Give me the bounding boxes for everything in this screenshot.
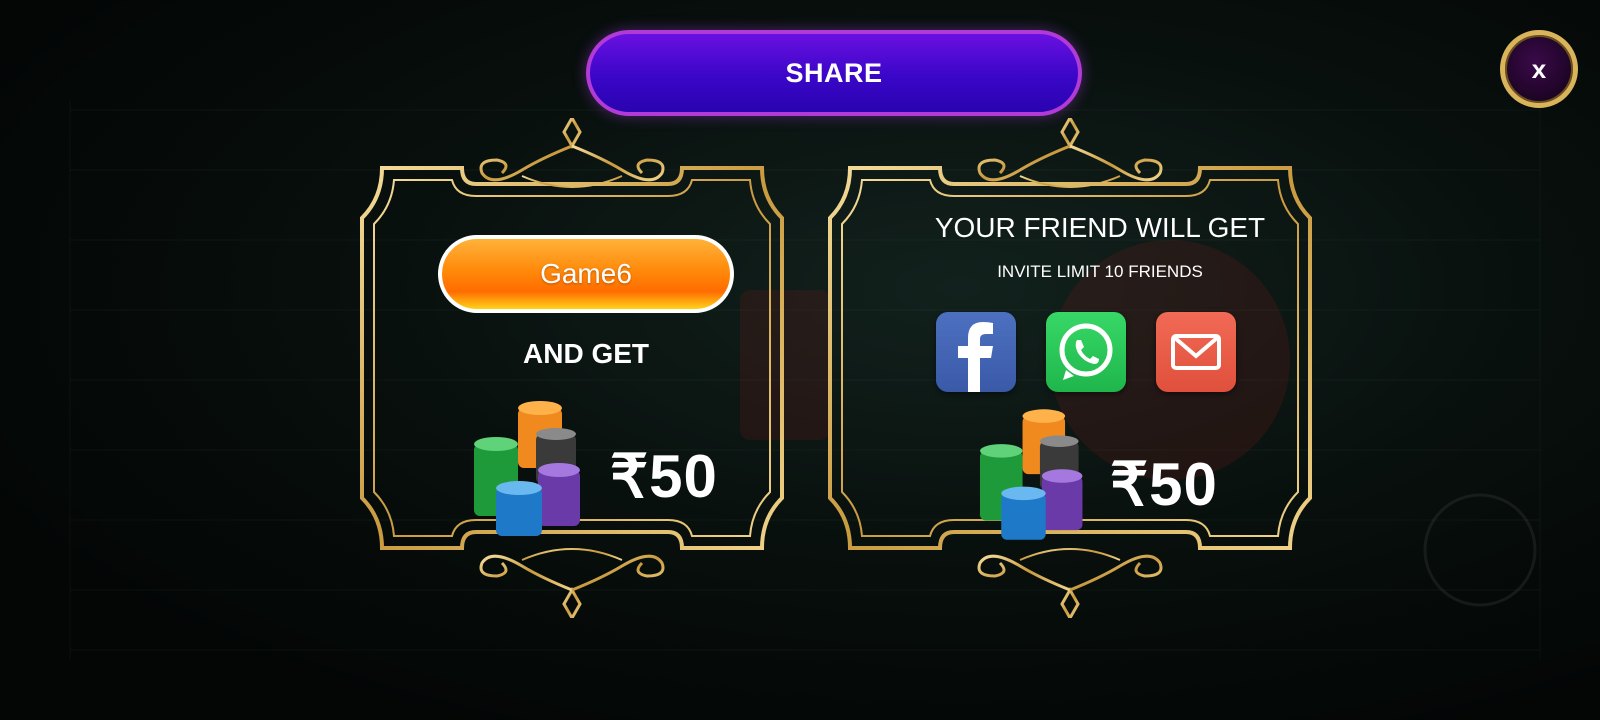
and-get-label: AND GET: [523, 338, 649, 369]
close-button[interactable]: x: [1500, 30, 1578, 108]
friend-reward-title: YOUR FRIEND WILL GET: [934, 212, 1266, 243]
share-whatsapp-button[interactable]: [1046, 312, 1126, 392]
share-title: SHARE: [785, 57, 883, 88]
share-screen: SHARE x Game6 AND GET ₹50 YOUR FRIEND WI…: [0, 0, 1600, 720]
mail-icon: [1171, 334, 1221, 370]
game-code-button[interactable]: Game6: [438, 235, 734, 313]
share-facebook-button[interactable]: [936, 312, 1016, 392]
share-email-button[interactable]: [1156, 312, 1236, 392]
share-title-banner: SHARE: [586, 30, 1082, 116]
chips-stack-icon: [980, 409, 1083, 540]
game-code-label: Game6: [540, 258, 632, 289]
close-icon: x: [1531, 53, 1547, 84]
friend-reward-amount: ₹50: [1110, 451, 1218, 518]
referral-reward-amount: ₹50: [610, 443, 718, 510]
whatsapp-icon: [1059, 323, 1113, 380]
facebook-icon: [958, 322, 993, 392]
invite-limit-text: INVITE LIMIT 10 FRIENDS: [997, 262, 1203, 281]
chips-stack-icon: [474, 401, 580, 536]
